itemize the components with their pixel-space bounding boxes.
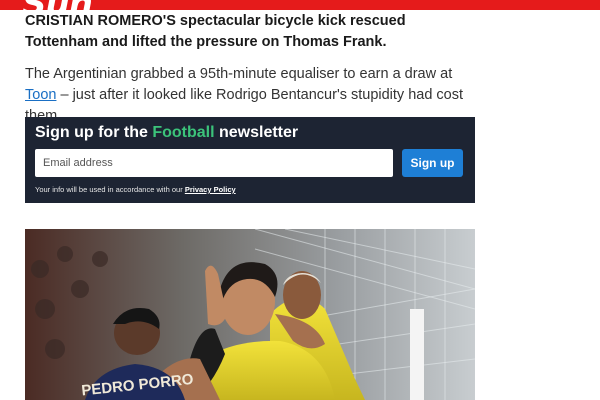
newsletter-title-prefix: Sign up for the <box>35 124 153 141</box>
newsletter-title-accent: Football <box>152 124 215 141</box>
paragraph-text-start: The Argentinian grabbed a 95th-minute eq… <box>25 66 453 82</box>
privacy-note-text: Your info will be used in accordance wit… <box>35 185 185 194</box>
privacy-note: Your info will be used in accordance wit… <box>35 185 236 194</box>
article-lede: CRISTIAN ROMERO'S spectacular bicycle ki… <box>25 13 406 50</box>
newsletter-title-suffix: newsletter <box>214 124 299 141</box>
signup-button[interactable]: Sign up <box>402 149 463 177</box>
site-logo[interactable]: Sun <box>22 0 93 10</box>
newsletter-title: Sign up for the Football newsletter <box>35 124 298 142</box>
privacy-policy-link[interactable]: Privacy Policy <box>185 185 236 194</box>
football-celebration-image: PEDRO PORRO <box>25 229 475 400</box>
newsletter-signup-panel: Sign up for the Football newsletter Sign… <box>25 117 475 203</box>
email-input[interactable] <box>35 149 393 177</box>
toon-link[interactable]: Toon <box>25 87 56 103</box>
site-header-bar: Sun <box>0 0 600 10</box>
article-photo[interactable]: PEDRO PORRO <box>25 229 475 400</box>
